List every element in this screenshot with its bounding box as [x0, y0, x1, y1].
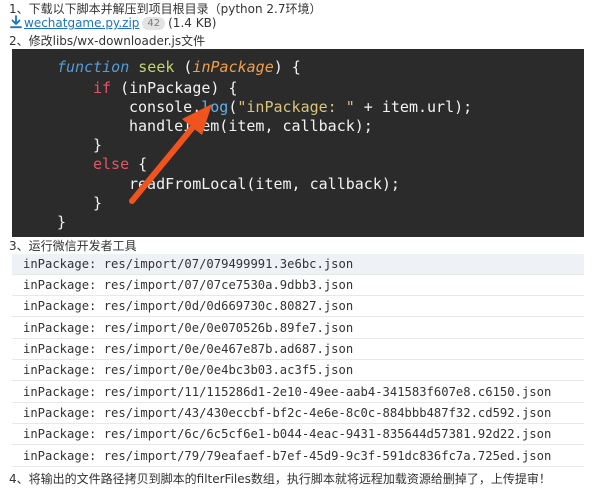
download-count-badge: 42 [142, 17, 166, 30]
log-row: inPackage: res/import/0e/0e467e87b.ad687… [12, 339, 584, 360]
step-4-text: 4、将输出的文件路径拷贝到脚本的filterFiles数组，执行脚本就将远程加载… [9, 472, 551, 486]
download-link[interactable]: wechatgame.py.zip [24, 16, 139, 30]
log-row: inPackage: res/import/0e/0e4bc3b03.ac3f5… [12, 360, 584, 381]
step-3-text: 3、运行微信开发者工具 [9, 239, 137, 253]
download-icon[interactable] [10, 15, 22, 29]
log-row: inPackage: res/import/07/07ce7530a.9dbb3… [12, 275, 584, 296]
log-row: inPackage: res/import/6c/6c5cf6e1-b044-4… [12, 424, 584, 445]
step-2-text: 2、修改libs/wx-downloader.js文件 [9, 34, 206, 48]
console-output: inPackage: res/import/07/079499991.3e6bc… [12, 254, 584, 468]
log-row: inPackage: res/import/79/79eafaef-b7ef-4… [12, 446, 584, 467]
log-row: inPackage: res/import/0e/0e070526b.89fe7… [12, 318, 584, 339]
log-row: inPackage: res/import/11/115286d1-2e10-4… [12, 382, 584, 403]
log-row: inPackage: res/import/0d/0d669730c.80827… [12, 296, 584, 317]
log-row: inPackage: res/import/43/430eccbf-bf2c-4… [12, 403, 584, 424]
code-screenshot: function seek (inPackage) { if (inPackag… [12, 49, 584, 237]
log-row: inPackage: res/import/07/079499991.3e6bc… [12, 254, 584, 275]
file-size: (1.4 KB) [168, 16, 217, 30]
annotation-arrow-icon [129, 104, 212, 204]
download-row: wechatgame.py.zip 42 (1.4 KB) [9, 15, 217, 31]
